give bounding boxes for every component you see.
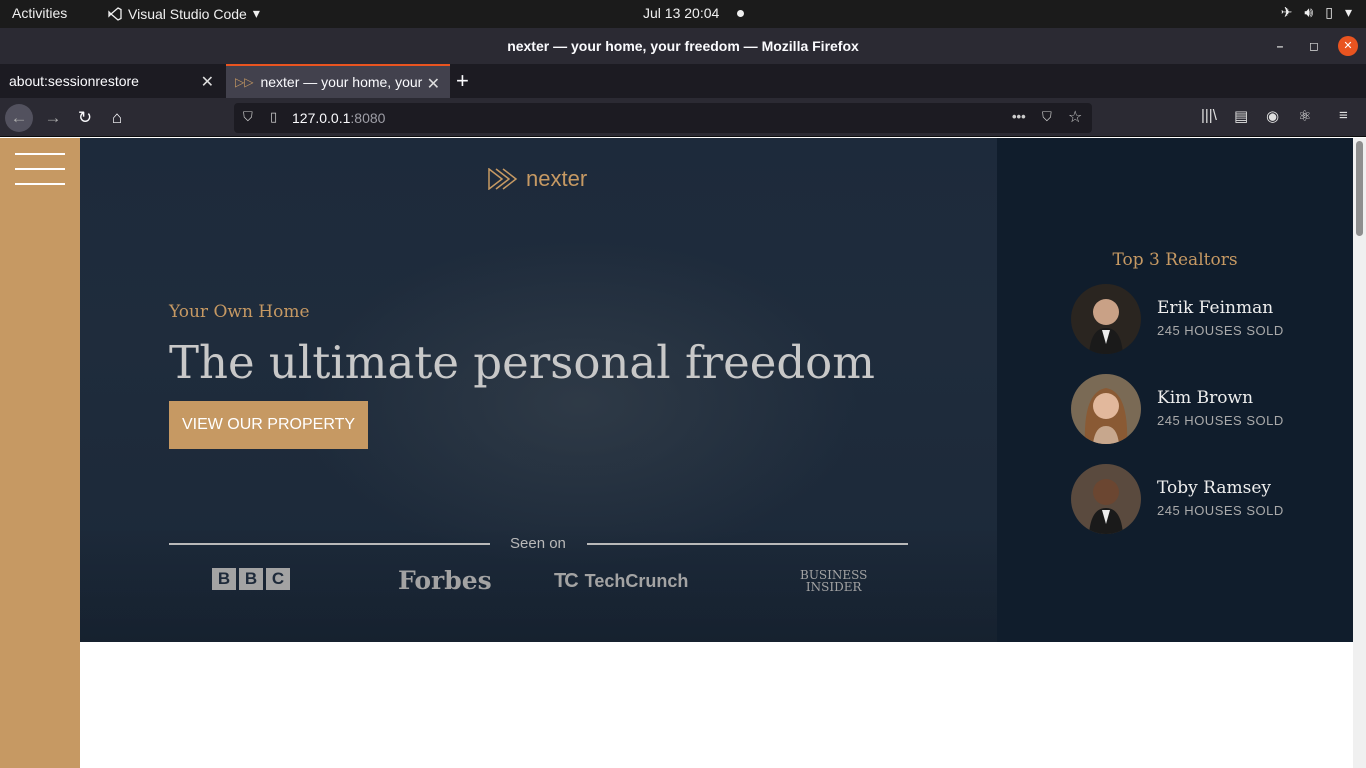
hamburger-menu-icon[interactable] [15, 153, 65, 187]
shield-icon[interactable]: ⛉ [243, 109, 253, 125]
url-bar[interactable]: ⛉ ▯ 127.0.0.1:8080 ••• ⛉ ☆ [234, 103, 1092, 133]
realtors-title: Top 3 Realtors [1112, 250, 1238, 270]
view-property-button[interactable]: VIEW OUR PROPERTY [169, 401, 368, 449]
seen-on-label: Seen on [510, 535, 566, 552]
bookmark-star-icon[interactable]: ☆ [1068, 107, 1082, 127]
chevron-down-icon: ▾ [1344, 4, 1352, 20]
avatar [1071, 284, 1141, 354]
chevron-down-icon: ▾ [252, 5, 260, 21]
close-tab-icon[interactable]: ✕ [201, 72, 214, 92]
techcrunch-text: TechCrunch [584, 571, 689, 591]
navigation-bar: ← → ↻ ⌂ ⛉ ▯ 127.0.0.1:8080 ••• ⛉ ☆ |||\ … [0, 98, 1366, 137]
realtor-sold: 245 HOUSES SOLD [1157, 503, 1284, 518]
app-name: Visual Studio Code [128, 5, 247, 22]
tab-session-restore[interactable]: about:sessionrestore ✕ [0, 64, 224, 98]
notification-dot [737, 10, 744, 17]
realtor-name: Erik Feinman [1157, 298, 1274, 318]
scrollbar-thumb[interactable] [1356, 141, 1363, 236]
divider-left [169, 543, 490, 545]
logo-text: nexter [526, 166, 588, 191]
techcrunch-icon: TC [554, 570, 579, 592]
logo-icon [488, 168, 518, 190]
pocket-icon[interactable]: ⛉ [1042, 109, 1052, 125]
business-insider-logo: BUSINESS INSIDER [800, 568, 868, 594]
more-actions-icon[interactable]: ••• [1012, 109, 1026, 124]
realtors-panel: Top 3 Realtors Erik Feinman 245 HOUSES S… [997, 138, 1353, 642]
reload-button[interactable]: ↻ [71, 104, 99, 132]
page-icon[interactable]: ▯ [270, 109, 277, 125]
tab-label: about:sessionrestore [9, 73, 139, 89]
system-tray[interactable]: ✈ 🔊︎ ▯ ▾ [1281, 4, 1352, 21]
maximize-button[interactable]: ◻ [1304, 36, 1324, 56]
page-viewport: nexter Your Own Home The ultimate person… [0, 138, 1353, 768]
menu-icon[interactable]: ≡ [1339, 107, 1348, 124]
avatar [1071, 464, 1141, 534]
avatar [1071, 374, 1141, 444]
home-button[interactable]: ⌂ [103, 104, 131, 132]
account-icon[interactable]: ◉ [1266, 107, 1279, 125]
app-menu[interactable]: Visual Studio Code ▾ [108, 5, 260, 22]
sidebar [0, 138, 80, 768]
bbc-logo: BBC [212, 568, 290, 590]
back-button[interactable]: ← [5, 104, 33, 132]
realtor-name: Kim Brown [1157, 388, 1254, 408]
vscode-icon [108, 6, 122, 21]
url-port: :8080 [350, 110, 386, 126]
volume-icon: 🔊︎ [1304, 4, 1314, 20]
sidebar-icon[interactable]: ▤ [1234, 107, 1248, 125]
activities-button[interactable]: Activities [12, 5, 67, 21]
close-window-button[interactable]: ✕ [1338, 36, 1358, 56]
new-tab-button[interactable]: + [456, 68, 469, 94]
airplane-mode-icon: ✈ [1280, 4, 1293, 20]
realtor-sold: 245 HOUSES SOLD [1157, 413, 1284, 428]
url-text[interactable]: 127.0.0.1:8080 [292, 110, 385, 126]
nexter-logo[interactable]: nexter [488, 166, 587, 192]
nexter-favicon-icon: ▷▷ [235, 75, 254, 89]
minimize-button[interactable]: – [1270, 36, 1290, 56]
window-title: nexter — your home, your freedom — Mozil… [507, 38, 859, 54]
system-top-bar: Activities Visual Studio Code ▾ Jul 13 2… [0, 0, 1366, 28]
techcrunch-logo: TC TechCrunch [554, 570, 688, 593]
tab-label: nexter — your home, your freedom [260, 74, 425, 90]
realtor-sold: 245 HOUSES SOLD [1157, 323, 1284, 338]
tab-nexter[interactable]: ▷▷ nexter — your home, your freedom ✕ [226, 64, 450, 98]
battery-icon: ▯ [1325, 4, 1333, 20]
hero-subtitle: Your Own Home [169, 302, 310, 322]
url-host: 127.0.0.1 [292, 110, 351, 126]
forbes-logo: Forbes [398, 566, 492, 595]
library-icon[interactable]: |||\ [1201, 107, 1217, 124]
hero-headline: The ultimate personal freedom [169, 336, 875, 389]
divider-right [587, 543, 908, 545]
tab-bar: about:sessionrestore ✕ ▷▷ nexter — your … [0, 64, 1366, 98]
window-title-bar: nexter — your home, your freedom — Mozil… [0, 28, 1366, 64]
react-devtools-icon[interactable]: ⚛ [1298, 107, 1311, 125]
page-scrollbar[interactable] [1353, 138, 1366, 768]
clock[interactable]: Jul 13 20:04 [643, 5, 719, 21]
forward-button[interactable]: → [39, 104, 67, 132]
realtor-name: Toby Ramsey [1157, 478, 1271, 498]
close-tab-icon[interactable]: ✕ [427, 74, 440, 94]
hero-section: nexter Your Own Home The ultimate person… [80, 138, 997, 642]
